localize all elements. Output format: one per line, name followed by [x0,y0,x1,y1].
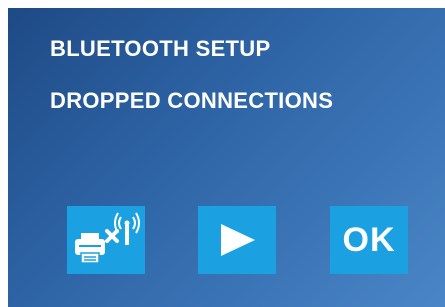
play-button[interactable] [198,206,276,274]
screen-title: BLUETOOTH SETUP [50,36,271,61]
printer-bluetooth-button[interactable] [67,206,145,274]
printer-bluetooth-disconnected-icon [71,209,141,271]
play-icon [215,220,259,260]
ok-label: OK [342,220,396,259]
screen-message: DROPPED CONNECTIONS [50,88,334,113]
ok-button[interactable]: OK [330,206,408,274]
display-screen: BLUETOOTH SETUP DROPPED CONNECTIONS OK [8,8,445,307]
